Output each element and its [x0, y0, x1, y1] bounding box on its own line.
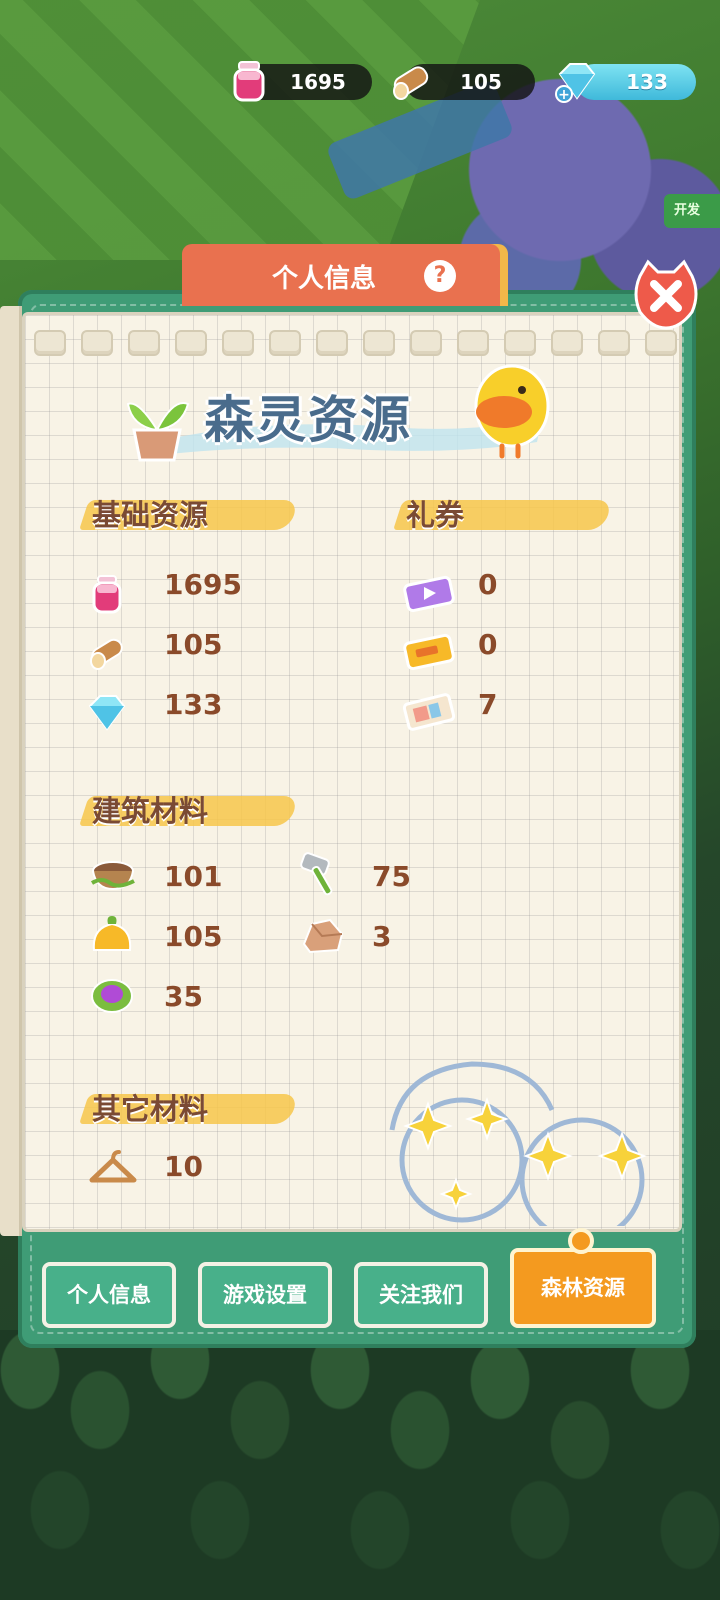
video-ticket-icon — [403, 575, 455, 613]
coupons-label: 礼券 — [406, 498, 465, 532]
help-button[interactable]: ? — [424, 260, 456, 292]
building-materials-label: 建筑材料 — [92, 794, 209, 828]
stone-icon — [302, 918, 344, 954]
paper-ticket-icon — [402, 693, 456, 731]
gem-icon — [88, 695, 126, 731]
svg-text:+: + — [558, 87, 570, 103]
hammer-icon — [300, 852, 333, 896]
wood-value: 105 — [164, 628, 223, 661]
video-ticket-value: 0 — [478, 568, 498, 601]
gem-value: 133 — [164, 688, 223, 721]
tab-follow-us[interactable]: 关注我们 — [354, 1262, 488, 1328]
close-button[interactable] — [630, 258, 702, 330]
gold-ticket-icon — [403, 633, 455, 671]
potion-jar-icon — [233, 61, 265, 102]
potion-value: 1695 — [164, 568, 242, 601]
paper-ticket-value: 7 — [478, 688, 498, 721]
active-tab-indicator — [568, 1228, 594, 1254]
notebook-rings — [34, 330, 677, 356]
wood-log-icon — [90, 638, 123, 670]
banner: 森灵资源 — [122, 360, 562, 470]
bear-doodle-decoration — [389, 1061, 647, 1226]
dialog-title: 个人信息 — [272, 264, 377, 294]
gem-plus-icon[interactable]: + — [552, 58, 598, 104]
tab-game-settings[interactable]: 游戏设置 — [198, 1262, 332, 1328]
wood-log-icon — [393, 66, 429, 100]
other-materials-label: 其它材料 — [92, 1092, 209, 1126]
banner-title: 森灵资源 — [204, 391, 412, 449]
notebook-spine — [0, 306, 22, 1236]
hammer-value: 75 — [372, 860, 411, 893]
hanger-value: 10 — [164, 1150, 203, 1183]
purple-cabbage-value: 35 — [164, 980, 203, 1013]
orange-fruit-icon — [92, 916, 132, 951]
purple-cabbage-icon — [91, 979, 133, 1013]
develop-side-tag[interactable]: 开发 — [664, 194, 720, 228]
bowl-vine-value: 101 — [164, 860, 223, 893]
plant-pot-icon — [126, 402, 190, 462]
gem-count: 133 — [626, 70, 668, 94]
basic-resources-label: 基础资源 — [92, 498, 209, 532]
yellow-bird-mascot — [474, 364, 550, 459]
wood-count: 105 — [460, 70, 502, 94]
tab-forest-resources[interactable]: 森林资源 — [510, 1248, 656, 1328]
forest-trees — [0, 1330, 720, 1600]
dialog-header: 个人信息 ? — [182, 244, 500, 306]
hanger-icon — [89, 1150, 137, 1183]
tab-personal-info[interactable]: 个人信息 — [42, 1262, 176, 1328]
potion-count: 1695 — [290, 70, 346, 94]
bowl-vine-icon — [90, 861, 135, 891]
stone-value: 3 — [372, 920, 392, 953]
orange-fruit-value: 105 — [164, 920, 223, 953]
potion-jar-icon — [92, 575, 122, 614]
gold-ticket-value: 0 — [478, 628, 498, 661]
